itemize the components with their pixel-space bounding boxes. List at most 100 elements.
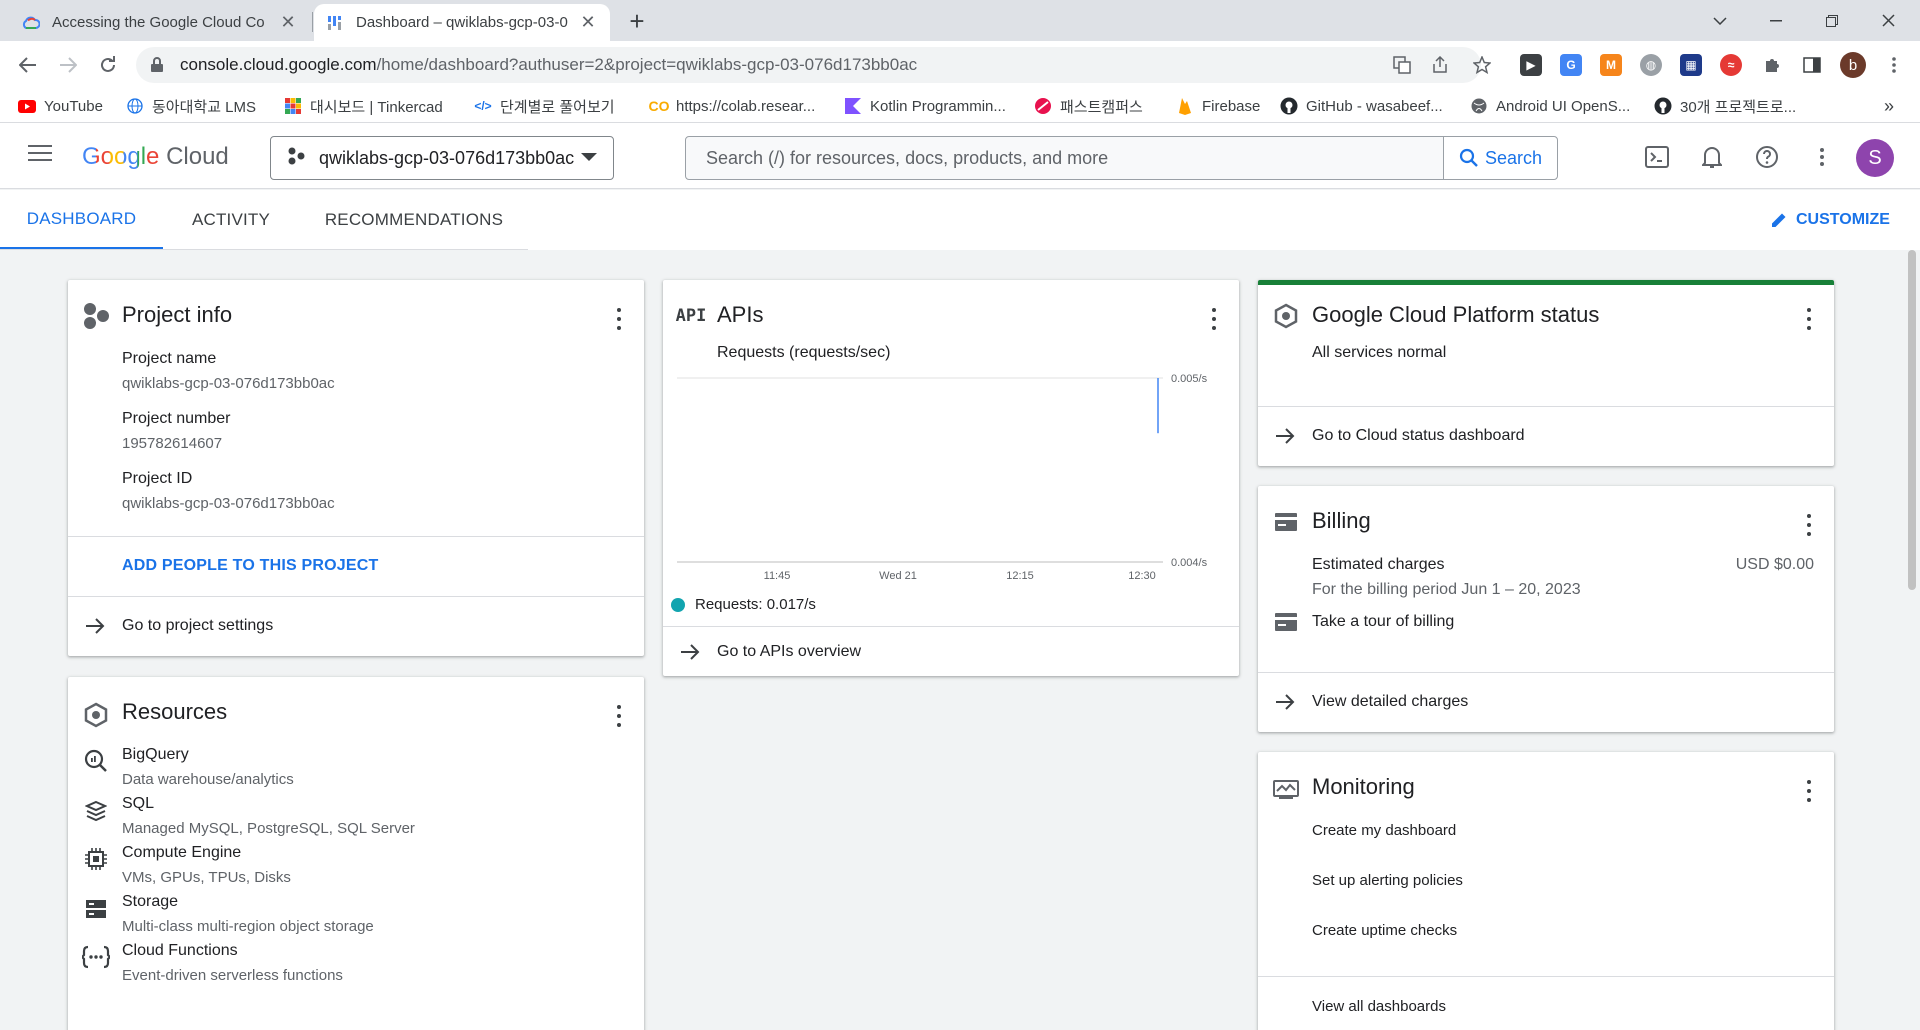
customize-button[interactable]: CUSTOMIZE [1770, 190, 1890, 250]
forward-arrow-icon[interactable] [52, 49, 84, 81]
tab-recommendations[interactable]: RECOMMENDATIONS [299, 190, 529, 250]
card-menu-icon[interactable] [1806, 514, 1812, 536]
restore-icon[interactable] [1804, 0, 1860, 41]
tab-divider [312, 12, 313, 32]
back-arrow-icon[interactable] [12, 49, 44, 81]
address-bar-row: console.cloud.google.com/home/dashboard?… [0, 41, 1920, 89]
youtube-icon [18, 97, 36, 115]
globe-icon [126, 97, 144, 115]
bookmark-step-solving[interactable]: </> 단계별로 풀어보기 [474, 89, 614, 123]
search-button-label: Search [1484, 147, 1543, 168]
extension-red-icon[interactable]: ≈ [1720, 54, 1742, 76]
billing-card-icon [1272, 508, 1300, 536]
close-window-icon[interactable] [1860, 0, 1916, 41]
bookmark-star-icon[interactable] [1470, 53, 1494, 77]
dashboard-area: Project info Project name qwiklabs-gcp-0… [0, 250, 1904, 1030]
close-tab-icon[interactable]: ✕ [278, 12, 298, 33]
share-icon[interactable] [1428, 53, 1452, 77]
extension-metamask-icon[interactable]: M [1600, 54, 1622, 76]
card-menu-icon[interactable] [616, 705, 622, 727]
create-dashboard-link[interactable]: Create my dashboard [1312, 822, 1456, 839]
card-menu-icon[interactable] [1211, 308, 1217, 330]
translate-icon[interactable] [1390, 53, 1414, 77]
card-menu-icon[interactable] [616, 308, 622, 330]
browser-tab-dashboard[interactable]: Dashboard – qwiklabs-gcp-03-0 ✕ [314, 4, 610, 41]
legend-label: Requests: 0.017/s [695, 596, 816, 613]
bookmark-colab[interactable]: CO https://colab.resear... [649, 89, 816, 123]
side-panel-icon[interactable] [1800, 53, 1824, 77]
alerting-policies-link[interactable]: Set up alerting policies [1312, 872, 1463, 889]
project-hexagon-icon [82, 302, 110, 330]
navigation-menu-icon[interactable] [28, 145, 52, 165]
google-cloud-logo[interactable]: Google Cloud [82, 143, 229, 171]
bookmark-tinkercad[interactable]: 대시보드 | Tinkercad [284, 89, 443, 123]
cloud-status-link[interactable]: Go to Cloud status dashboard [1258, 412, 1834, 460]
resource-name[interactable]: Storage [122, 893, 178, 911]
page-scrollbar[interactable] [1904, 250, 1920, 1030]
divider [68, 536, 644, 537]
reload-icon[interactable] [92, 49, 124, 81]
firebase-icon [1176, 97, 1194, 115]
project-settings-link[interactable]: Go to project settings [68, 602, 644, 650]
new-tab-button[interactable]: + [622, 6, 652, 36]
extensions-puzzle-icon[interactable] [1760, 53, 1784, 77]
extension-translate-icon[interactable]: G [1560, 54, 1582, 76]
view-all-dashboards-link[interactable]: View all dashboards [1312, 998, 1446, 1015]
cloud-shell-icon[interactable] [1643, 143, 1671, 171]
apis-overview-link[interactable]: Go to APIs overview [663, 628, 1239, 676]
bookmark-github-wasabeef[interactable]: GitHub - wasabeef... [1280, 89, 1443, 123]
search-button[interactable]: Search [1443, 137, 1557, 179]
bookmarks-overflow-button[interactable]: » [1884, 89, 1894, 123]
resource-desc: Managed MySQL, PostgreSQL, SQL Server [122, 820, 415, 837]
console-header: Google Cloud qwiklabs-gcp-03-076d173bb0a… [0, 123, 1920, 189]
resources-hexagon-icon [82, 701, 110, 729]
bookmark-firebase[interactable]: Firebase [1176, 89, 1260, 123]
extension-media-icon[interactable]: ▶ [1520, 54, 1542, 76]
resource-name[interactable]: Cloud Functions [122, 942, 238, 960]
card-menu-icon[interactable] [1806, 308, 1812, 330]
divider [663, 626, 1239, 627]
card-menu-icon[interactable] [1806, 780, 1812, 802]
help-icon[interactable] [1753, 143, 1781, 171]
project-picker[interactable]: qwiklabs-gcp-03-076d173bb0ac [270, 136, 614, 180]
extension-globe-icon[interactable]: ◍ [1640, 54, 1662, 76]
compute-engine-icon [82, 845, 110, 873]
scrollbar-thumb[interactable] [1908, 250, 1916, 590]
code-icon: </> [474, 99, 492, 113]
github-icon [1280, 97, 1298, 115]
tab-search-icon[interactable] [1692, 0, 1748, 41]
bookmark-android-ui[interactable]: Android UI OpenS... [1470, 89, 1630, 123]
url-omnibox[interactable]: console.cloud.google.com/home/dashboard?… [136, 47, 1481, 83]
account-avatar[interactable]: S [1856, 139, 1894, 177]
extension-grid-icon[interactable]: ▦ [1680, 54, 1702, 76]
bookmark-label: YouTube [44, 97, 103, 115]
search-input[interactable] [686, 137, 1443, 179]
bookmark-fastcampus[interactable]: 패스트캠퍼스 [1034, 89, 1143, 123]
resource-name[interactable]: Compute Engine [122, 844, 241, 862]
notifications-bell-icon[interactable] [1698, 143, 1726, 171]
detailed-charges-link[interactable]: View detailed charges [1258, 678, 1834, 726]
browser-menu-icon[interactable] [1882, 53, 1906, 77]
tab-title: Dashboard – qwiklabs-gcp-03-0 [356, 14, 568, 31]
divider [1258, 672, 1834, 673]
bookmark-youtube[interactable]: YouTube [18, 89, 103, 123]
logo-cloud: Cloud [166, 143, 229, 170]
close-tab-icon[interactable]: ✕ [578, 12, 598, 33]
uptime-checks-link[interactable]: Create uptime checks [1312, 922, 1457, 939]
browser-profile-avatar[interactable]: b [1840, 52, 1866, 78]
resource-name[interactable]: BigQuery [122, 746, 189, 764]
add-people-link[interactable]: ADD PEOPLE TO THIS PROJECT [122, 557, 379, 575]
bookmark-kotlin[interactable]: Kotlin Programmin... [844, 89, 1006, 123]
minimize-icon[interactable] [1748, 0, 1804, 41]
lock-icon [150, 57, 166, 73]
more-options-icon[interactable] [1808, 143, 1836, 171]
tab-dashboard[interactable]: DASHBOARD [0, 190, 163, 250]
bookmark-30-projects[interactable]: 30개 프로젝트로... [1654, 89, 1796, 123]
browser-tab-accessing[interactable]: Accessing the Google Cloud Co ✕ [10, 4, 310, 41]
bookmark-donga-lms[interactable]: 동아대학교 LMS [126, 89, 256, 123]
monitoring-card: Monitoring Create my dashboard Set up al… [1258, 752, 1834, 1030]
resource-name[interactable]: SQL [122, 795, 154, 813]
divider [1258, 976, 1834, 977]
tab-activity[interactable]: ACTIVITY [163, 190, 299, 250]
billing-tour-link[interactable]: Take a tour of billing [1312, 613, 1454, 631]
